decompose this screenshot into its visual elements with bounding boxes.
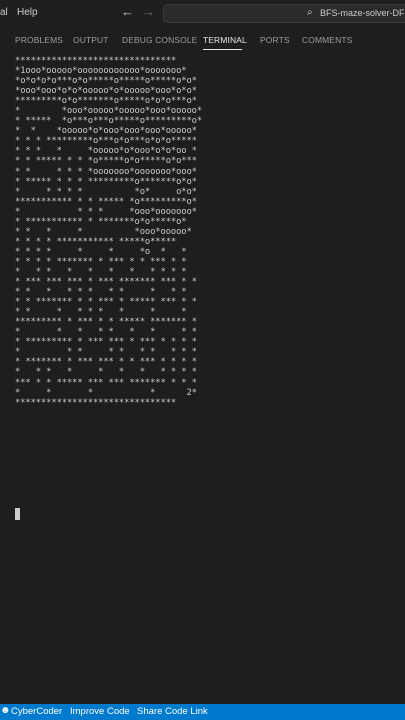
terminal-line: *o*o*o*o***o*o*****o*****o*****o*o* xyxy=(15,76,197,87)
terminal-output[interactable]: ******************************* *1ooo*ooo… xyxy=(15,56,405,408)
terminal-line: * * * * * * * * * * * xyxy=(15,287,187,298)
command-center-search[interactable]: ⌕ BFS-maze-solver-DFS xyxy=(163,4,405,23)
tab-ports[interactable]: PORTS xyxy=(260,35,290,45)
back-arrow-icon[interactable]: ← xyxy=(121,5,134,19)
terminal-line: ******************************* xyxy=(15,56,177,66)
terminal-line: *********** * * ***** *o*********o* xyxy=(15,196,197,207)
search-text: BFS-maze-solver-DFS xyxy=(320,8,405,18)
forward-arrow-icon[interactable]: → xyxy=(142,5,155,19)
title-bar: al Help ← → ⌕ BFS-maze-solver-DFS xyxy=(0,0,405,29)
improve-code-status-item[interactable]: Improve Code xyxy=(70,706,130,717)
terminal-line: * ***** *o***o***o*****o*********o* xyxy=(15,116,203,127)
menu-item-help[interactable]: Help xyxy=(17,7,38,18)
terminal-line: * * * * *ooo*ooooo* xyxy=(15,226,192,237)
terminal-line: * * * * 2* xyxy=(15,387,197,398)
terminal-line: *1ooo*ooooo*oooooooooooo*ooooooo* xyxy=(15,66,187,77)
terminal-line: * * * * * * * * * xyxy=(15,307,187,318)
terminal-line: * * * * * * * * * * * xyxy=(15,367,197,378)
terminal-line: * * * * *ooo*ooooooo* xyxy=(15,206,197,217)
terminal-line: *********o*o*******o*****o*o*o***o* xyxy=(15,96,197,107)
tab-output[interactable]: OUTPUT xyxy=(73,35,109,45)
terminal-line: * * * * * * * * * xyxy=(15,327,197,338)
tab-debug-console[interactable]: DEBUG CONSOLE xyxy=(122,35,197,45)
terminal-line: * * * * * * * * * * * xyxy=(15,266,187,277)
status-bar: ☻ CyberCoder Improve Code Share Code Lin… xyxy=(0,704,405,720)
search-icon: ⌕ xyxy=(307,7,313,18)
terminal-line: * * * * * *ooooooo*ooooooo*ooo* xyxy=(15,166,197,177)
extension-icon: ☻ xyxy=(0,705,11,716)
terminal-line: * * *ooooo*o*ooo*ooo*ooo*ooooo* xyxy=(15,126,197,137)
active-tab-indicator xyxy=(203,49,242,50)
terminal-line: * *** *** *** * *** ******* *** * * xyxy=(15,277,197,288)
terminal-line: *ooo*ooo*o*o*ooooo*o*ooooo*ooo*o*o* xyxy=(15,86,197,97)
terminal-line: * * * * *********** *****o***** xyxy=(15,236,177,247)
cybercoder-status-item[interactable]: CyberCoder xyxy=(11,706,62,717)
terminal-line: * ***** * * * *********o*******o*o* xyxy=(15,176,197,187)
terminal-line: * * * * * *o* o*o* xyxy=(15,186,197,197)
terminal-line: * ********* * *** *** * *** * * * * xyxy=(15,337,197,348)
terminal-line: * *********** * *******o*o*****o* xyxy=(15,216,187,227)
menu-item-partial[interactable]: al xyxy=(0,7,8,18)
terminal-cursor xyxy=(15,508,20,520)
terminal-line: * * ***** * * *o*****o*o*****o*o*** xyxy=(15,156,197,167)
terminal-line: * * ******* * * *** * ***** *** * * xyxy=(15,297,197,308)
terminal-line: *** * * ***** *** *** ******* * * * xyxy=(15,377,197,388)
terminal-line: * * * * * * *o * * xyxy=(15,246,187,257)
terminal-line: * * * * *ooooo*o*ooo*o*o*oo * xyxy=(15,146,197,157)
share-code-link-status-item[interactable]: Share Code Link xyxy=(137,706,208,717)
terminal-line: * * * * ******* * *** * * *** * * xyxy=(15,256,187,267)
terminal-line: ******************************* xyxy=(15,397,177,408)
terminal-line: ********* * *** * * ***** ******* * xyxy=(15,317,197,328)
tab-problems[interactable]: PROBLEMS xyxy=(15,35,63,45)
terminal-line: * *ooo*ooooo*ooooo*ooo*ooooo* xyxy=(15,106,203,117)
terminal-line: * ******* * *** *** * * *** * * * * xyxy=(15,357,197,368)
terminal-line: * * * * * * * * * * xyxy=(15,347,197,358)
tab-comments[interactable]: COMMENTS xyxy=(302,35,352,45)
tab-terminal[interactable]: TERMINAL xyxy=(203,35,247,45)
terminal-line: * * * *********o***o*o***o*o*o***** xyxy=(15,136,197,147)
